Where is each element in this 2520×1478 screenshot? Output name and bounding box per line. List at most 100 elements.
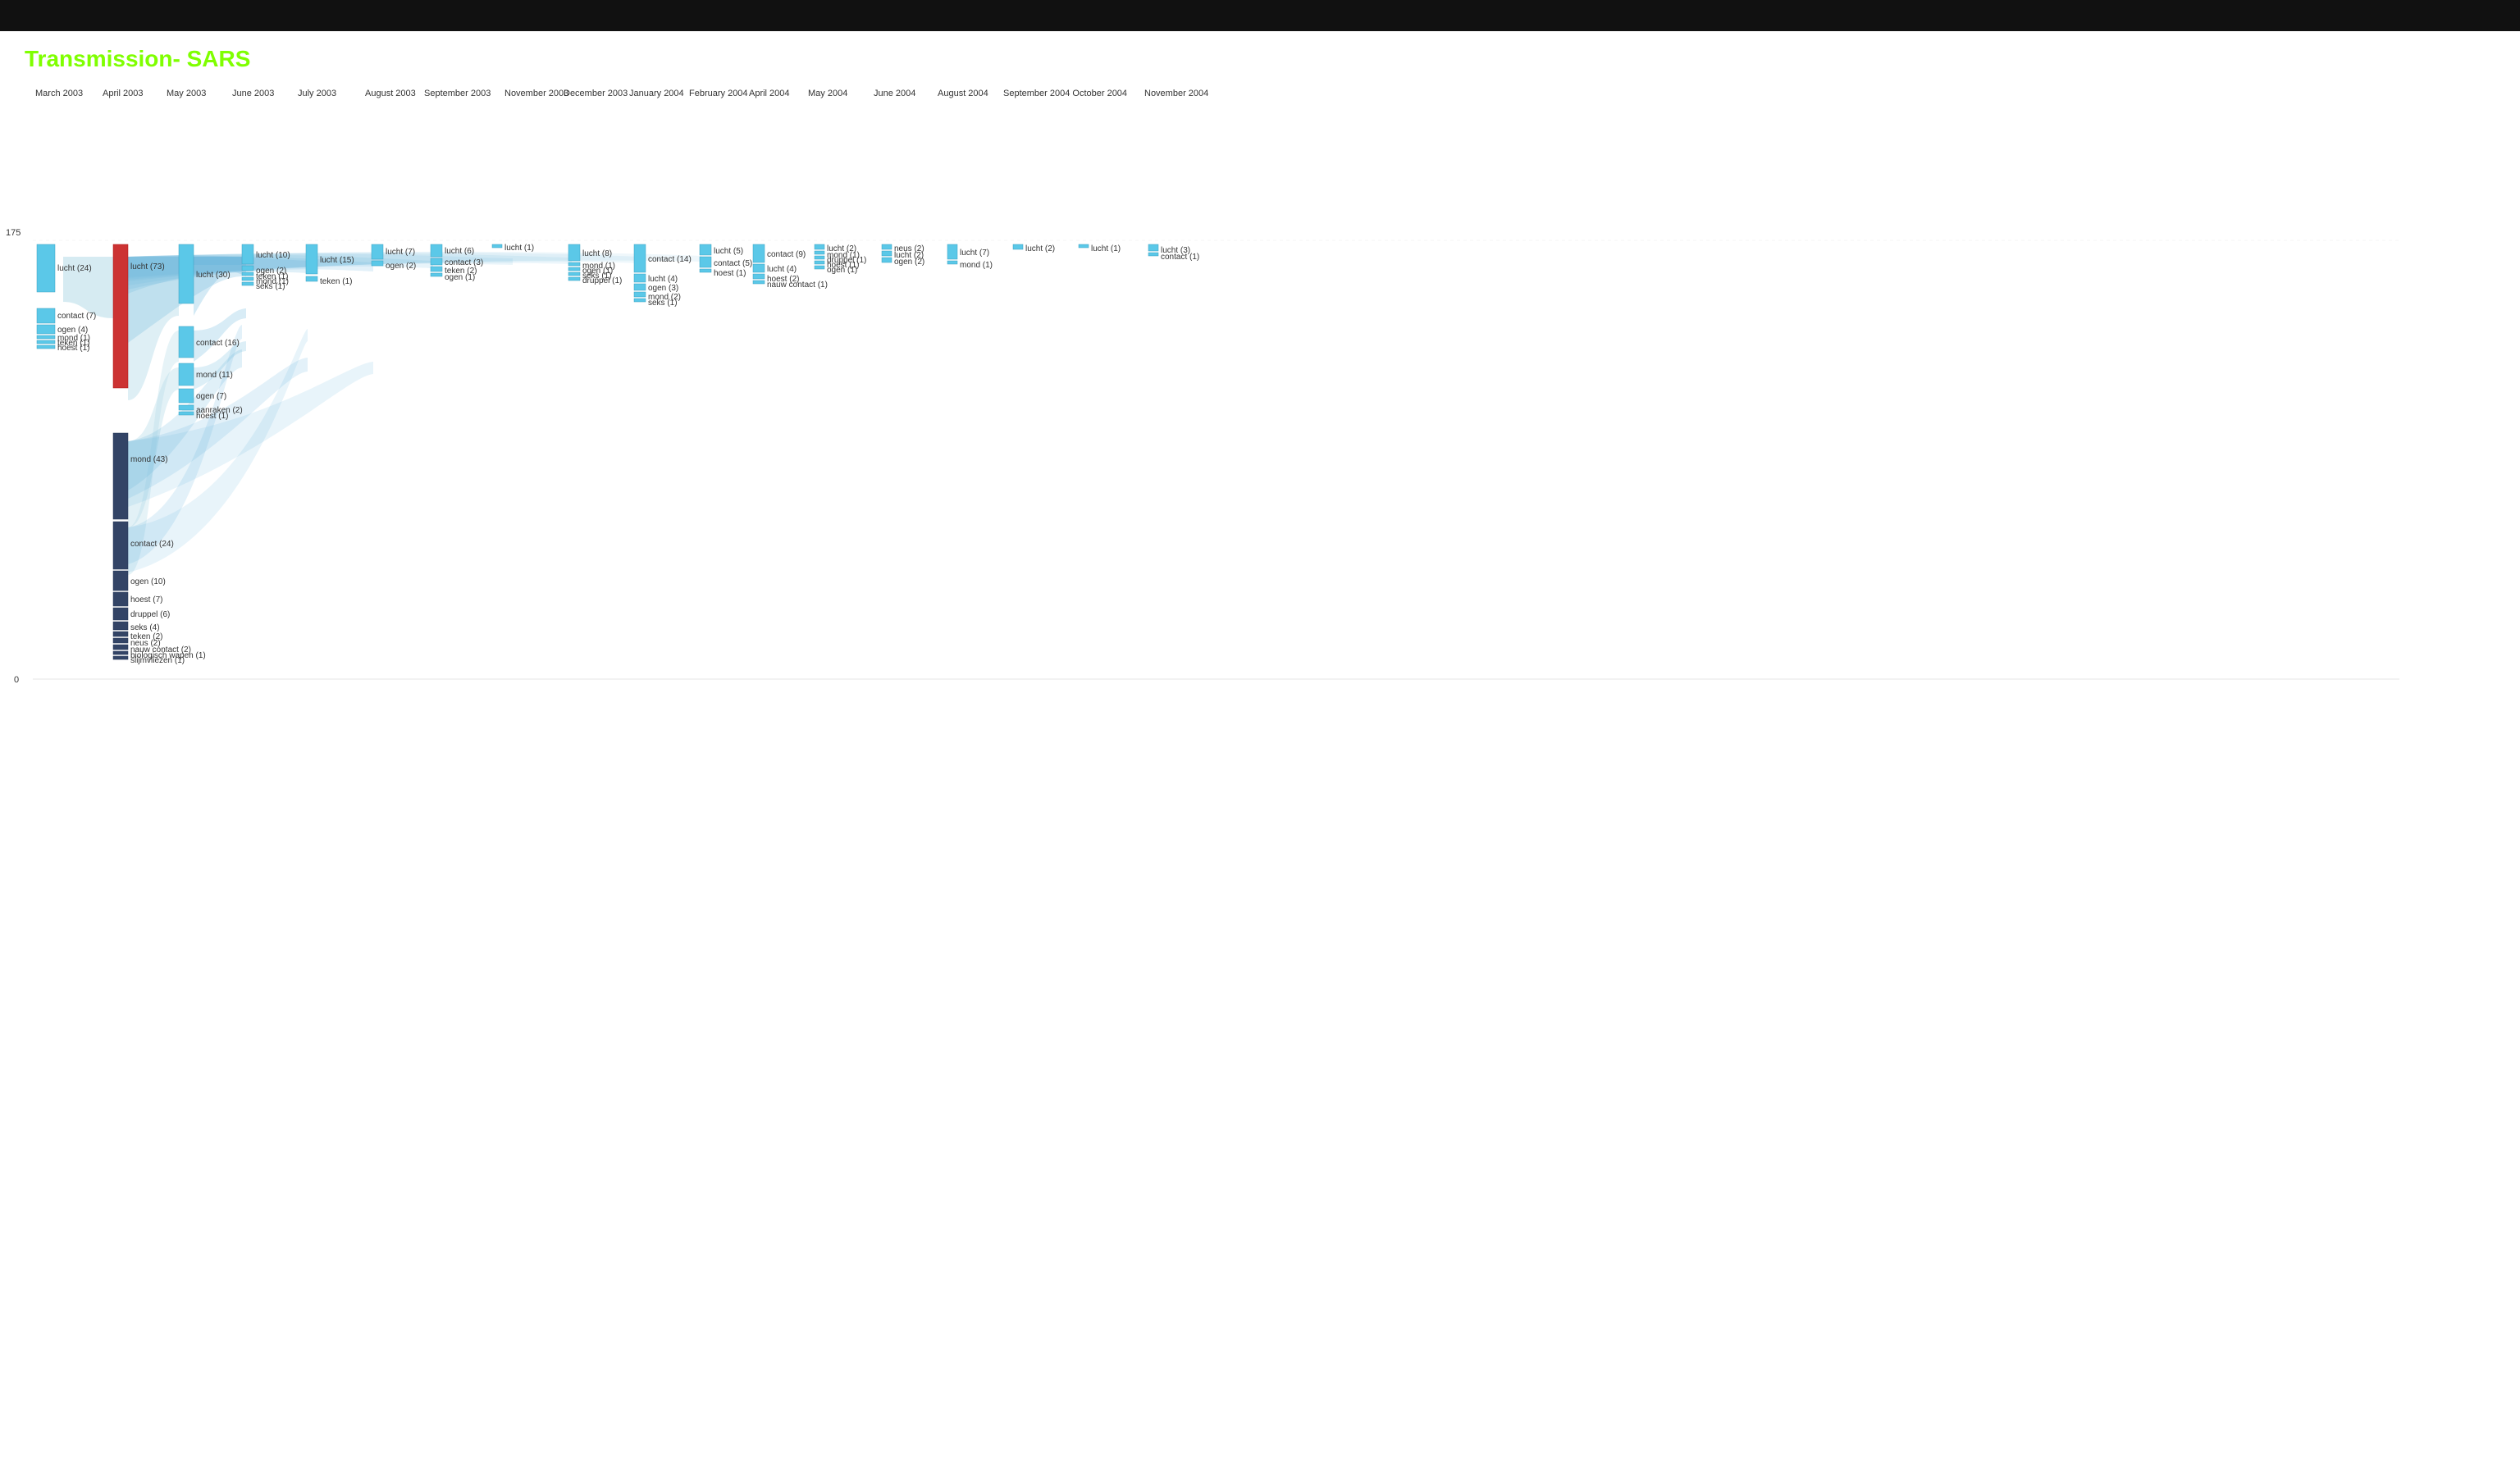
node-may-hoest — [179, 412, 194, 415]
node-sep2003-lucht — [431, 244, 442, 257]
svg-text:druppel (6): druppel (6) — [130, 610, 170, 619]
node-june-ogen — [242, 266, 253, 271]
node-may-mond — [179, 363, 194, 385]
node-jun2004-neus — [882, 244, 892, 249]
svg-text:contact (24): contact (24) — [130, 540, 174, 549]
node-jan2004-contact — [634, 244, 646, 272]
node-april-nauw — [113, 645, 128, 650]
node-may2004-ogen — [815, 266, 824, 269]
svg-text:ogen (2): ogen (2) — [386, 262, 416, 271]
node-jun2004-ogen — [882, 258, 892, 262]
node-jun2004-lucht — [882, 251, 892, 256]
node-nov2003-lucht — [492, 244, 502, 248]
node-april-seks — [113, 622, 128, 630]
node-oct2004-lucht — [1079, 244, 1089, 248]
svg-text:lucht (24): lucht (24) — [57, 264, 92, 273]
svg-text:ogen (10): ogen (10) — [130, 577, 166, 586]
node-april-ogen — [113, 571, 128, 591]
svg-text:mond (43): mond (43) — [130, 455, 168, 464]
node-march-lucht — [37, 244, 55, 292]
svg-text:lucht (30): lucht (30) — [196, 271, 231, 280]
node-sep2004-lucht — [1013, 244, 1023, 249]
svg-text:lucht (6): lucht (6) — [445, 247, 474, 256]
svg-text:lucht (4): lucht (4) — [767, 265, 797, 274]
node-feb2004-lucht — [700, 244, 711, 255]
node-june-mond — [242, 277, 253, 281]
node-apr2004-lucht — [753, 264, 765, 272]
svg-text:lucht (15): lucht (15) — [320, 256, 354, 265]
svg-text:contact (16): contact (16) — [196, 339, 240, 348]
node-may2004-mond — [815, 251, 824, 254]
svg-text:contact (5): contact (5) — [714, 259, 752, 268]
page-title: Transmission- SARS — [0, 31, 2520, 80]
svg-text:contact (7): contact (7) — [57, 312, 96, 321]
svg-text:hoest (7): hoest (7) — [130, 595, 162, 604]
svg-text:contact (14): contact (14) — [648, 255, 692, 264]
svg-text:teken (1): teken (1) — [320, 277, 352, 286]
node-jan2004-lucht — [634, 274, 646, 282]
chart-area: 175 0 March 2003 April 2003 May 2003 Jun… — [0, 80, 2520, 737]
node-jan2004-seks — [634, 299, 646, 302]
svg-text:druppel (1): druppel (1) — [582, 276, 622, 285]
node-sep2003-ogen — [431, 273, 442, 276]
node-may-lucht — [179, 244, 194, 303]
y-axis-top: 175 — [6, 228, 21, 238]
node-march-mond — [37, 335, 55, 339]
svg-text:hoest (1): hoest (1) — [196, 412, 228, 421]
node-march-teken — [37, 340, 55, 344]
node-aug2004-lucht — [947, 244, 957, 259]
node-aug2004-mond — [947, 261, 957, 264]
svg-text:lucht (4): lucht (4) — [648, 275, 678, 284]
svg-text:lucht (1): lucht (1) — [1091, 244, 1121, 253]
svg-text:hoest (1): hoest (1) — [57, 344, 89, 353]
svg-text:slijmvliezen (1): slijmvliezen (1) — [130, 656, 185, 665]
node-dec2003-lucht — [568, 244, 580, 261]
node-feb2004-hoest — [700, 269, 711, 272]
node-may-aanraken — [179, 405, 194, 410]
node-april-druppel — [113, 608, 128, 620]
node-july-ogen — [306, 276, 317, 281]
chart-svg: lucht (24) contact (7) ogen (4) mond (1)… — [21, 89, 2440, 728]
node-june-seks — [242, 282, 253, 285]
node-june-teken — [242, 272, 253, 276]
svg-text:lucht (5): lucht (5) — [714, 247, 743, 256]
node-may-ogen — [179, 389, 194, 403]
node-april-bio — [113, 651, 128, 655]
node-april-lucht — [113, 244, 128, 388]
node-dec2003-druppel — [568, 277, 580, 281]
svg-text:ogen (7): ogen (7) — [196, 392, 226, 401]
svg-text:ogen (3): ogen (3) — [648, 284, 678, 293]
node-march-hoest — [37, 345, 55, 349]
node-aug-ogen — [372, 261, 383, 266]
top-bar — [0, 0, 2520, 31]
svg-text:lucht (1): lucht (1) — [504, 244, 534, 253]
node-dec2003-seks — [568, 272, 580, 276]
node-nov2004-contact — [1148, 253, 1158, 256]
svg-text:lucht (73): lucht (73) — [130, 262, 165, 271]
svg-text:mond (11): mond (11) — [196, 371, 233, 380]
svg-text:lucht (10): lucht (10) — [256, 251, 290, 260]
svg-text:contact (9): contact (9) — [767, 250, 806, 259]
svg-text:lucht (8): lucht (8) — [582, 249, 612, 258]
node-may2004-hoest — [815, 261, 824, 264]
svg-text:seks (1): seks (1) — [256, 282, 285, 291]
node-march-contact — [37, 308, 55, 323]
node-april-teken — [113, 632, 128, 636]
node-nov2004-lucht — [1148, 244, 1158, 251]
node-apr2004-contact — [753, 244, 765, 262]
node-may-contact — [179, 326, 194, 358]
node-april-contact — [113, 522, 128, 569]
node-jan2004-mond — [634, 292, 646, 297]
svg-text:nauw contact (1): nauw contact (1) — [767, 281, 828, 290]
node-april-mond — [113, 433, 128, 519]
svg-text:lucht (7): lucht (7) — [960, 249, 989, 258]
node-dec2003-ogen — [568, 267, 580, 271]
svg-text:ogen (1): ogen (1) — [827, 266, 857, 275]
svg-text:contact (1): contact (1) — [1161, 253, 1199, 262]
svg-text:seks (4): seks (4) — [130, 623, 160, 632]
node-april-neus — [113, 638, 128, 643]
node-jan2004-ogen — [634, 284, 646, 290]
node-apr2004-hoest — [753, 274, 765, 279]
node-aug-lucht — [372, 244, 383, 259]
node-april-hoest — [113, 592, 128, 606]
